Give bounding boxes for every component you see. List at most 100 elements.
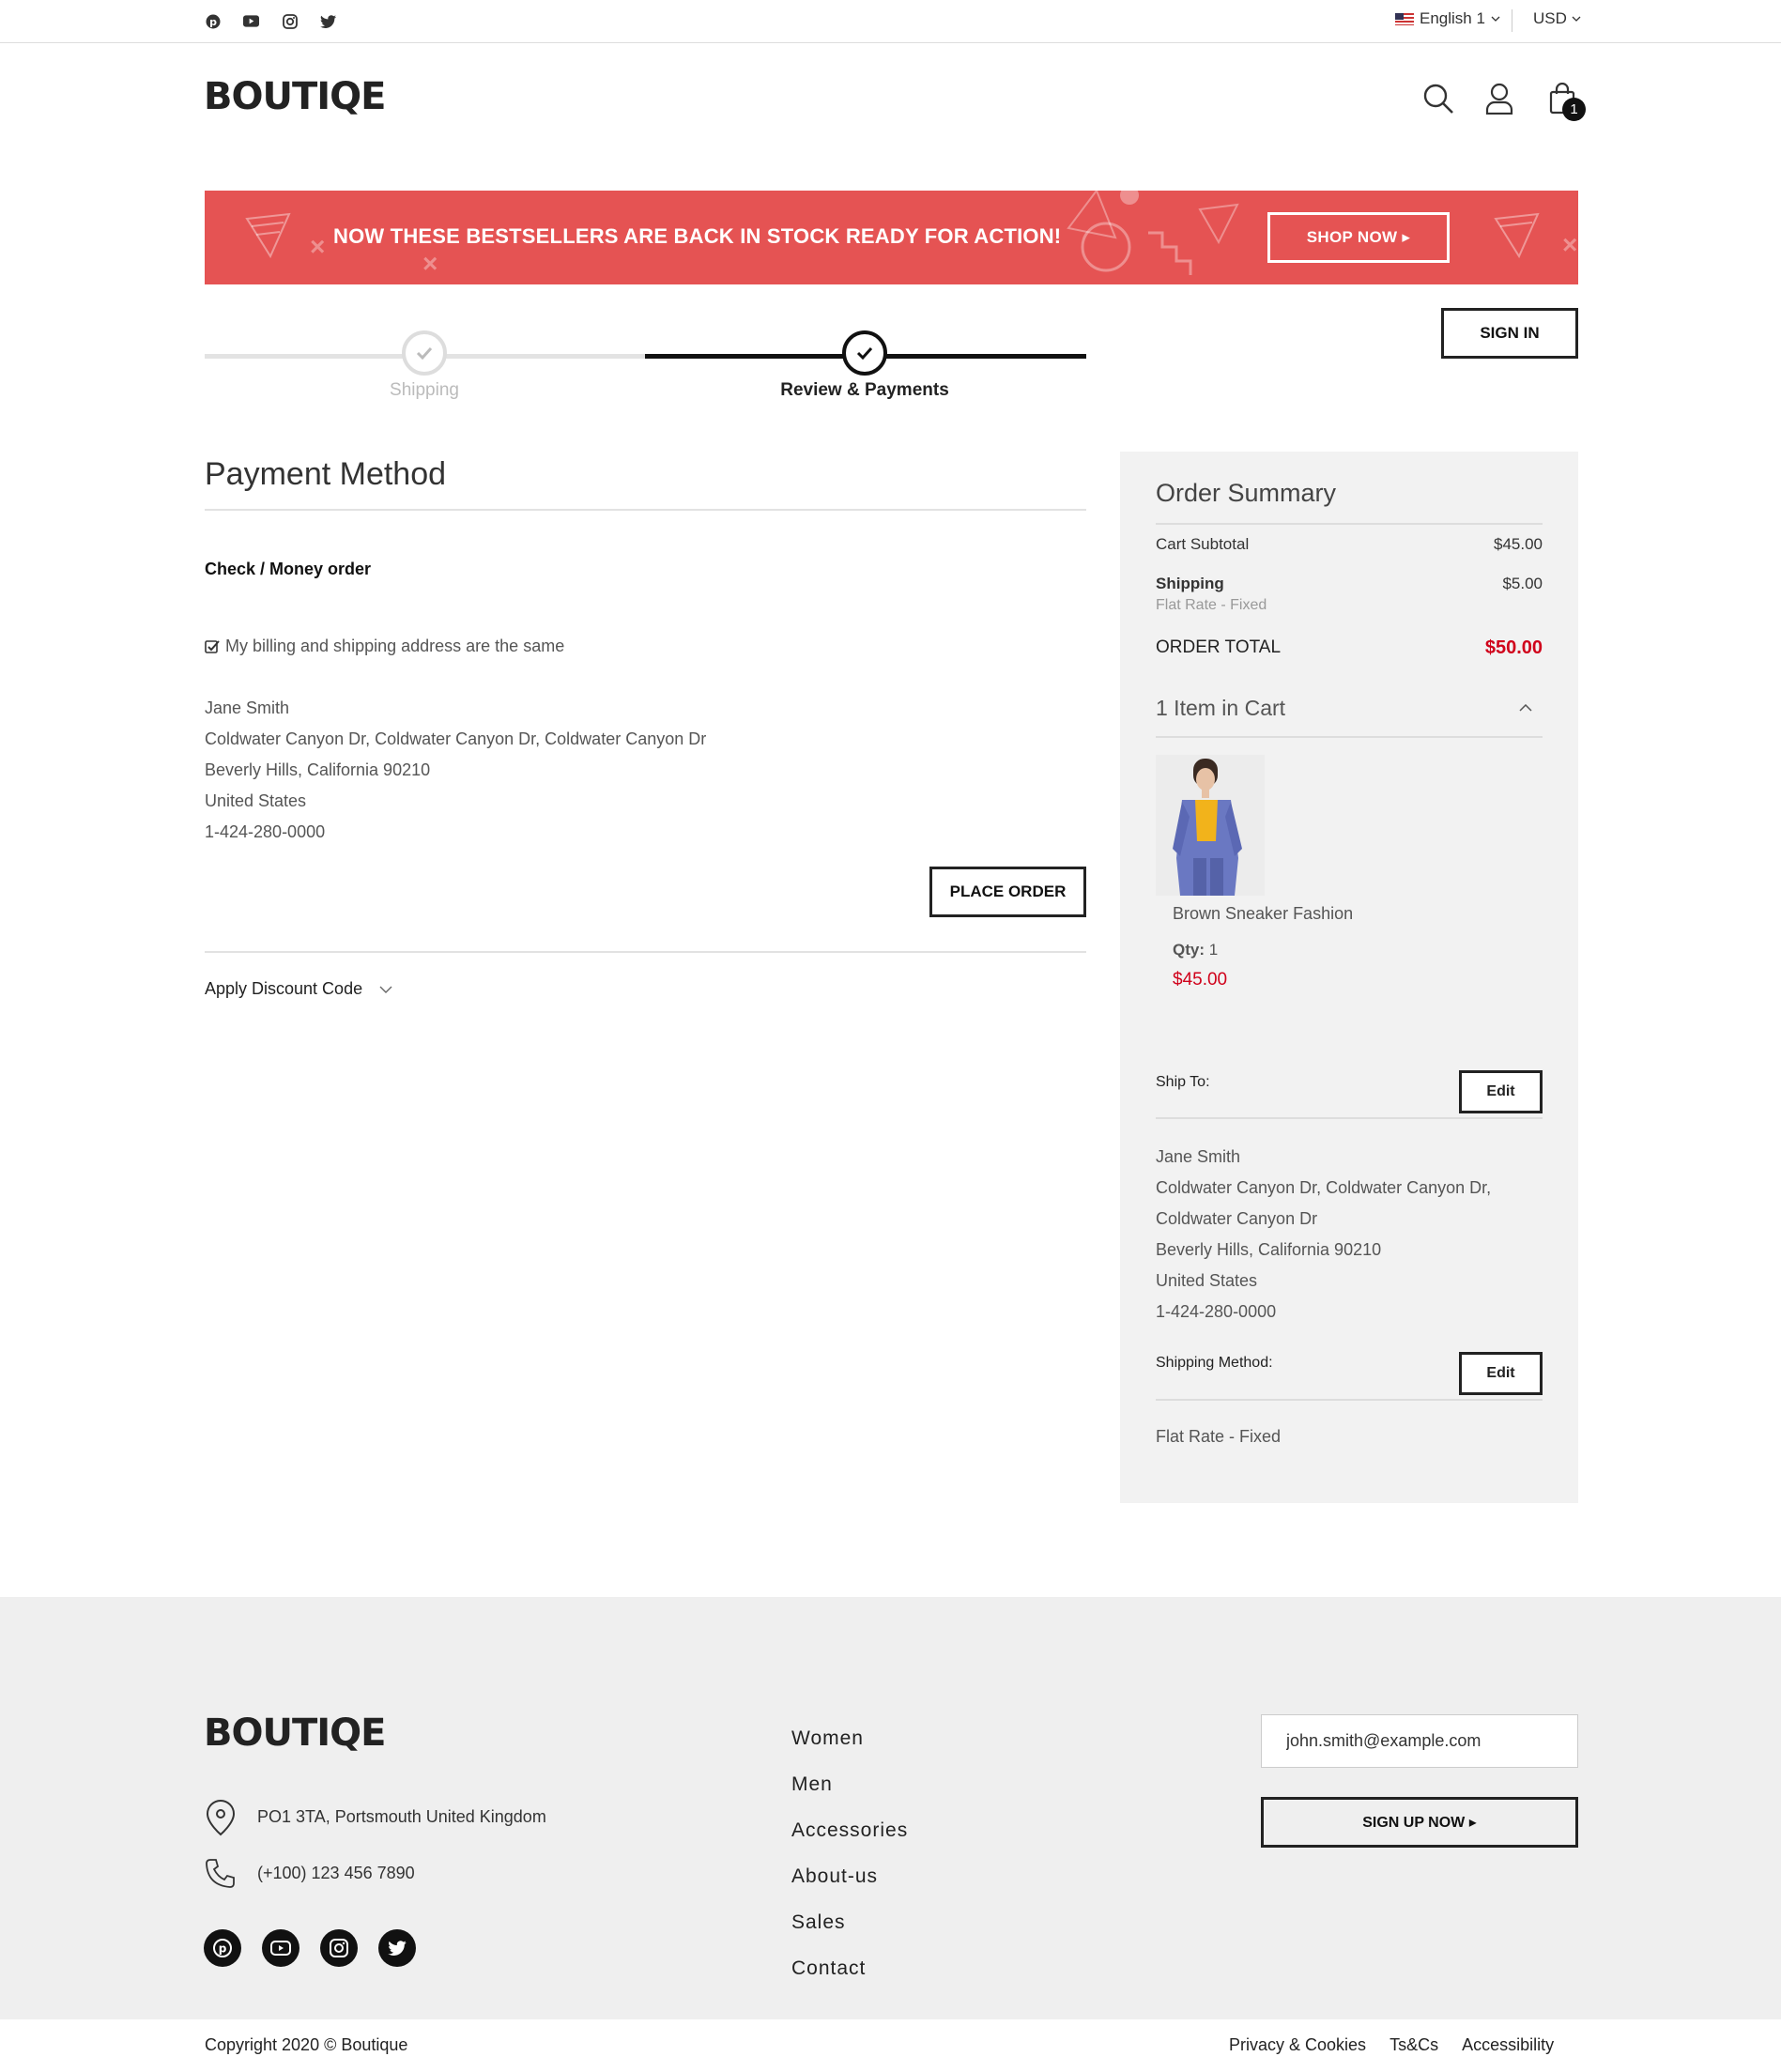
place-order-button[interactable]: PLACE ORDER	[929, 867, 1086, 917]
us-flag-icon	[1395, 12, 1414, 25]
footer-link-women[interactable]: Women	[791, 1715, 908, 1761]
instagram-icon[interactable]	[320, 1929, 358, 1967]
address-line: United States	[205, 791, 307, 810]
billing-address: Jane Smith Coldwater Canyon Dr, Coldwate…	[205, 693, 706, 848]
shipping-label: Shipping	[1156, 575, 1224, 592]
chevron-up-icon[interactable]	[1519, 704, 1532, 712]
footer-logo[interactable]: BOUTIQE	[204, 1711, 386, 1755]
divider	[205, 951, 1086, 953]
order-total-label: ORDER TOTAL	[1156, 637, 1282, 657]
address-line: 1-424-280-0000	[1156, 1302, 1277, 1321]
legal-links: Privacy & Cookies Ts&Cs Accessibility	[1229, 2035, 1554, 2055]
banner-headline: NOW THESE BESTSELLERS ARE BACK IN STOCK …	[333, 224, 1062, 248]
newsletter-email-input[interactable]	[1261, 1714, 1578, 1768]
product-qty: Qty: 1	[1173, 941, 1218, 959]
language-selector[interactable]: English 1	[1395, 9, 1500, 28]
sign-in-button[interactable]: SIGN IN	[1441, 308, 1578, 359]
banner-cross-decoration: ×	[310, 232, 326, 261]
site-logo[interactable]: BOUTIQE	[204, 75, 386, 118]
footer-phone: (+100) 123 456 7890	[257, 1864, 415, 1882]
items-in-cart-label[interactable]: 1 Item in Cart	[1156, 696, 1285, 721]
payment-option-label[interactable]: Check / Money order	[205, 560, 371, 579]
product-name[interactable]: Brown Sneaker Fashion	[1173, 904, 1353, 924]
footer-link-about-us[interactable]: About-us	[791, 1853, 908, 1899]
chevron-down-icon	[1572, 16, 1581, 22]
sign-up-button[interactable]: SIGN UP NOW ▸	[1261, 1797, 1578, 1848]
twitter-icon[interactable]	[378, 1929, 416, 1967]
discount-code-label: Apply Discount Code	[205, 979, 363, 998]
check-icon	[416, 346, 433, 360]
subtotal-label: Cart Subtotal	[1156, 535, 1250, 553]
chevron-down-icon	[1491, 16, 1500, 22]
footer-link-men[interactable]: Men	[791, 1761, 908, 1807]
chevron-down-icon	[379, 986, 392, 993]
address-line: Beverly Hills, California 90210	[205, 760, 431, 779]
privacy-cookies-link[interactable]: Privacy & Cookies	[1229, 2035, 1366, 2055]
divider	[1156, 523, 1543, 525]
account-icon[interactable]	[1485, 83, 1519, 116]
qty-value: 1	[1208, 941, 1219, 959]
address-line: Jane Smith	[1156, 1147, 1241, 1166]
ship-to-address: Jane Smith Coldwater Canyon Dr, Coldwate…	[1156, 1142, 1491, 1328]
step-review-label: Review & Payments	[780, 380, 949, 400]
search-icon[interactable]	[1422, 83, 1456, 116]
address-line: Beverly Hills, California 90210	[1156, 1240, 1382, 1259]
svg-text:p: p	[219, 1942, 227, 1956]
footer-link-accessories[interactable]: Accessories	[791, 1807, 908, 1853]
footer-nav: Women Men Accessories About-us Sales Con…	[791, 1715, 908, 1991]
youtube-icon[interactable]	[243, 13, 259, 29]
banner-decoration-center	[1067, 191, 1239, 275]
shipping-method-title: Shipping Method:	[1156, 1355, 1273, 1371]
divider	[205, 509, 1086, 511]
address-line: Coldwater Canyon Dr	[1156, 1209, 1318, 1228]
qty-label: Qty:	[1173, 941, 1205, 959]
promo-banner: × × × NOW THESE BESTSELLERS ARE BACK IN …	[205, 191, 1578, 284]
divider	[1156, 1117, 1543, 1119]
step-shipping-label[interactable]: Shipping	[284, 380, 565, 401]
accessibility-link[interactable]: Accessibility	[1462, 2035, 1554, 2055]
footer-link-contact[interactable]: Contact	[791, 1945, 908, 1991]
payment-method-title: Payment Method	[205, 456, 447, 492]
product-thumbnail[interactable]	[1156, 755, 1265, 896]
step-review-indicator	[842, 330, 887, 376]
youtube-icon[interactable]	[262, 1929, 299, 1967]
check-icon	[856, 346, 873, 360]
banner-decoration-right	[1494, 212, 1540, 259]
discount-code-toggle[interactable]: Apply Discount Code	[205, 979, 392, 999]
banner-cross-decoration: ×	[1562, 230, 1578, 259]
edit-shipping-method-button[interactable]: Edit	[1459, 1352, 1543, 1395]
currency-label: USD	[1533, 9, 1567, 27]
pinterest-icon[interactable]: p	[204, 1929, 241, 1967]
currency-selector[interactable]: USD	[1533, 9, 1581, 28]
banner-cross-decoration: ×	[422, 249, 438, 278]
checkbox-checked-icon[interactable]	[205, 639, 220, 654]
address-line: United States	[1156, 1271, 1258, 1290]
pinterest-icon[interactable]: p	[205, 13, 221, 29]
same-address-label: My billing and shipping address are the …	[225, 637, 565, 655]
footer-social-links: p	[204, 1929, 416, 1967]
language-label: English 1	[1420, 9, 1485, 27]
twitter-icon[interactable]	[320, 13, 336, 29]
terms-link[interactable]: Ts&Cs	[1389, 2035, 1438, 2055]
address-line: Coldwater Canyon Dr, Coldwater Canyon Dr…	[205, 729, 707, 748]
divider	[1156, 736, 1543, 738]
order-summary-title: Order Summary	[1156, 479, 1337, 507]
product-price: $45.00	[1173, 970, 1228, 990]
instagram-icon[interactable]	[282, 13, 298, 29]
step-shipping-indicator	[402, 330, 447, 376]
top-social-links: p	[205, 13, 336, 29]
banner-decoration-left	[245, 212, 291, 259]
divider	[1156, 1399, 1543, 1401]
order-total-value: $50.00	[1484, 637, 1543, 658]
copyright: Copyright 2020 © Boutique	[205, 2035, 408, 2054]
subtotal-value: $45.00	[1494, 535, 1543, 553]
shipping-value: $5.00	[1502, 575, 1543, 592]
edit-ship-to-button[interactable]: Edit	[1459, 1070, 1543, 1113]
phone-icon	[206, 1859, 235, 1888]
same-address-checkbox[interactable]: My billing and shipping address are the …	[205, 637, 564, 656]
shipping-method-note: Flat Rate - Fixed	[1156, 597, 1267, 613]
shop-now-button[interactable]: SHOP NOW ▸	[1267, 212, 1450, 263]
address-line: 1-424-280-0000	[205, 822, 326, 841]
address-line: Jane Smith	[205, 698, 290, 717]
footer-link-sales[interactable]: Sales	[791, 1899, 908, 1945]
